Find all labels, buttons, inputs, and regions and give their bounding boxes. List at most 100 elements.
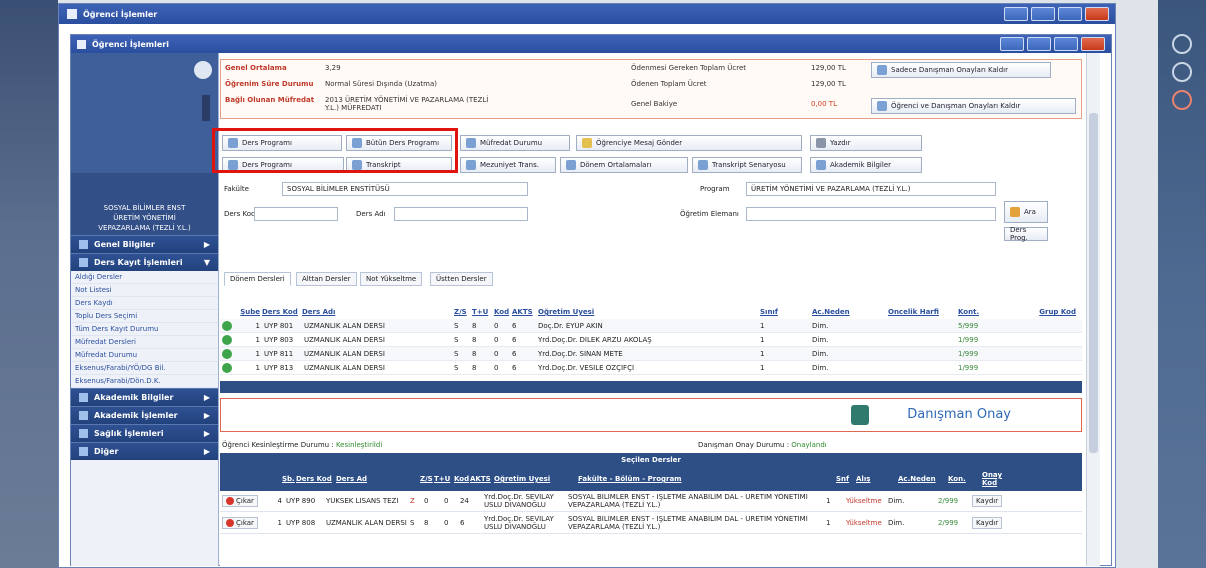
minimize-button[interactable] bbox=[1004, 7, 1028, 21]
add-icon[interactable] bbox=[222, 320, 232, 331]
selected-course-row[interactable]: Çıkar 4 UYP 890 YÜKSEK LİSANS TEZİ Z 0 0… bbox=[220, 491, 1082, 512]
sidebar-link[interactable]: Eksenus/Farabi/Dön.D.K. bbox=[71, 375, 218, 388]
grid-header-cell[interactable]: Z/S bbox=[454, 308, 472, 316]
ders-adi-input[interactable] bbox=[394, 207, 528, 221]
folder-icon bbox=[79, 447, 88, 456]
grid-header-cell[interactable]: Öğretim Üyesi bbox=[494, 475, 578, 483]
grid-header-cell[interactable]: Z/S bbox=[420, 475, 434, 483]
grid-header-cell[interactable]: AKTS bbox=[512, 308, 538, 316]
tab-donem-dersleri[interactable]: Dönem Dersleri bbox=[224, 272, 291, 286]
add-icon[interactable] bbox=[222, 362, 232, 373]
grid-header-cell[interactable]: Ders Kod bbox=[296, 475, 336, 483]
minimize-button[interactable] bbox=[1000, 37, 1024, 51]
akademik-bilgiler-button[interactable]: Akademik Bilgiler bbox=[810, 157, 922, 173]
sidebar-link[interactable]: Tüm Ders Kayıt Durumu bbox=[71, 323, 218, 336]
sidebar-link[interactable]: Not Listesi bbox=[71, 284, 218, 297]
table-row[interactable]: 1 UYP 811 UZMANLIK ALAN DERSİ S 8 0 6 Yr… bbox=[220, 347, 1082, 361]
sidebar-section-genel-bilgiler[interactable]: Genel Bilgiler ▶ bbox=[71, 235, 218, 253]
grid-header-cell[interactable]: Ac.Neden bbox=[812, 308, 888, 316]
approve-icon[interactable] bbox=[851, 405, 869, 425]
tab-not-yukseltme[interactable]: Not Yükseltme bbox=[360, 272, 423, 286]
grid-header-cell[interactable]: Ders Kod bbox=[260, 308, 302, 316]
save-icon[interactable] bbox=[202, 95, 210, 121]
remove-advisor-approvals-button[interactable]: Sadece Danışman Onayları Kaldır bbox=[871, 62, 1051, 78]
table-row[interactable]: 1 UYP 803 UZMANLIK ALAN DERSİ S 8 0 6 Yr… bbox=[220, 333, 1082, 347]
grid-header-cell[interactable]: Kod bbox=[494, 308, 512, 316]
close-button[interactable] bbox=[1081, 37, 1105, 51]
remove-all-approvals-button[interactable]: Öğrenci ve Danışman Onayları Kaldır bbox=[871, 98, 1076, 114]
restore-button[interactable] bbox=[1027, 37, 1051, 51]
grid-header-cell[interactable]: Snf bbox=[836, 475, 856, 483]
sidebar-link[interactable]: Toplu Ders Seçimi bbox=[71, 310, 218, 323]
sidebar-link[interactable]: Ders Kaydı bbox=[71, 297, 218, 310]
maximize-button[interactable] bbox=[1054, 37, 1078, 51]
mufredat-durumu-button[interactable]: Müfredat Durumu bbox=[460, 135, 570, 151]
donem-ortalamalari-button[interactable]: Dönem Ortalamaları bbox=[560, 157, 688, 173]
grid-header-cell[interactable]: Şb. bbox=[282, 475, 296, 483]
grid-header-cell[interactable]: Kon. bbox=[948, 475, 982, 483]
vertical-scrollbar[interactable] bbox=[1086, 53, 1100, 566]
grid-header-cell[interactable]: Ac.Neden bbox=[898, 475, 948, 483]
shift-course-button[interactable]: Kaydır bbox=[971, 517, 1003, 529]
remove-course-button[interactable]: Çıkar bbox=[222, 495, 258, 507]
advisor-approval-button[interactable]: Danışman Onay bbox=[907, 407, 1011, 422]
sidebar-section-akademik-islemler[interactable]: Akademik İşlemler ▶ bbox=[71, 406, 218, 424]
outer-window: Öğrenci İşlemler Öğrenci İşlemleri SOSYA… bbox=[58, 3, 1116, 568]
ogretim-input[interactable] bbox=[746, 207, 996, 221]
grid-header-cell[interactable]: Alış bbox=[856, 475, 898, 483]
print-button[interactable]: Yazdır bbox=[810, 135, 922, 151]
search-button[interactable]: Ara bbox=[1004, 201, 1048, 223]
scrollbar-thumb[interactable] bbox=[1089, 113, 1098, 453]
selected-course-row[interactable]: Çıkar 1 UYP 808 UZMANLIK ALAN DERSİ S 8 … bbox=[220, 513, 1082, 534]
sidebar-section-diger[interactable]: Diğer ▶ bbox=[71, 442, 218, 460]
sidebar-link[interactable]: Aldığı Dersler bbox=[71, 271, 218, 284]
ders-prog-button[interactable]: Ders Prog. bbox=[1004, 226, 1048, 242]
power-icon[interactable] bbox=[1172, 90, 1192, 110]
tab-ustten-dersler[interactable]: Üstten Dersler bbox=[430, 272, 493, 286]
button-label: Ara bbox=[1024, 208, 1036, 216]
grid-header-cell[interactable]: Fakülte - Bölüm - Program bbox=[578, 475, 836, 483]
close-button[interactable] bbox=[1085, 7, 1109, 21]
grid-header-cell[interactable]: Ders Ad bbox=[336, 475, 420, 483]
grid-header-cell[interactable]: Kont. bbox=[958, 308, 1016, 316]
grid-header-cell[interactable]: AKTS bbox=[470, 475, 494, 483]
table-row[interactable]: 1 UYP 801 UZMANLIK ALAN DERSİ S 8 0 6 Do… bbox=[220, 319, 1082, 333]
add-icon[interactable] bbox=[222, 334, 232, 345]
maximize-button[interactable] bbox=[1058, 7, 1082, 21]
grid-header-cell[interactable]: Şube bbox=[220, 308, 260, 316]
table-row[interactable]: 1 UYP 813 UZMANLIK ALAN DERSİ S 8 0 6 Yr… bbox=[220, 361, 1082, 375]
camera-icon[interactable] bbox=[194, 61, 212, 79]
grid-header-cell[interactable]: Öncelik Harfi bbox=[888, 308, 958, 316]
cell: UZMANLIK ALAN DERSİ bbox=[304, 335, 385, 344]
transkript-senaryosu-button[interactable]: Transkript Senaryosu bbox=[692, 157, 802, 173]
grid-header-cell[interactable]: Kod bbox=[454, 475, 470, 483]
home-icon[interactable] bbox=[1172, 34, 1192, 54]
cell: UZMANLIK ALAN DERSİ bbox=[304, 349, 385, 358]
sidebar-section-ders-kayit[interactable]: Ders Kayıt İşlemleri ▼ bbox=[71, 253, 218, 271]
remove-course-button[interactable]: Çıkar bbox=[222, 517, 258, 529]
mezuniyet-button[interactable]: Mezuniyet Trans. bbox=[460, 157, 556, 173]
settings-icon[interactable] bbox=[1172, 62, 1192, 82]
program-label: Program bbox=[700, 185, 730, 193]
sidebar-section-saglik-islemleri[interactable]: Sağlık İşlemleri ▶ bbox=[71, 424, 218, 442]
add-icon[interactable] bbox=[222, 348, 232, 359]
tab-alttan-dersler[interactable]: Alttan Dersler bbox=[296, 272, 357, 286]
program-select[interactable]: ÜRETİM YÖNETİMİ VE PAZARLAMA (TEZLİ Y.L.… bbox=[746, 182, 996, 196]
ders-kodu-input[interactable] bbox=[254, 207, 338, 221]
grid-header-cell[interactable]: T+U bbox=[472, 308, 494, 316]
sidebar-link[interactable]: Eksenus/Farabi/YÖ/DG Bil. bbox=[71, 362, 218, 375]
grid-header-cell[interactable]: Ders Adı bbox=[302, 308, 454, 316]
fakulte-select[interactable]: SOSYAL BİLİMLER ENSTİTÜSÜ bbox=[282, 182, 528, 196]
grid-header-cell[interactable]: Sınıf bbox=[760, 308, 812, 316]
sidebar-section-akademik-bilgiler[interactable]: Akademik Bilgiler ▶ bbox=[71, 388, 218, 406]
chevron-right-icon: ▶ bbox=[203, 429, 210, 438]
sidebar-link[interactable]: Müfredat Dersleri bbox=[71, 336, 218, 349]
grid-header-cell[interactable]: T+U bbox=[434, 475, 454, 483]
sidebar-link[interactable]: Müfredat Durumu bbox=[71, 349, 218, 362]
restore-button[interactable] bbox=[1031, 7, 1055, 21]
grid-header-cell[interactable]: Grup Kod bbox=[1016, 308, 1076, 316]
grid-header-cell[interactable]: Önay Kod bbox=[982, 471, 1012, 487]
grid-header-cell[interactable]: Öğretim Üyesi bbox=[538, 308, 760, 316]
shift-course-button[interactable]: Kaydır bbox=[971, 495, 1003, 507]
send-message-button[interactable]: Öğrenciye Mesaj Gönder bbox=[576, 135, 802, 151]
